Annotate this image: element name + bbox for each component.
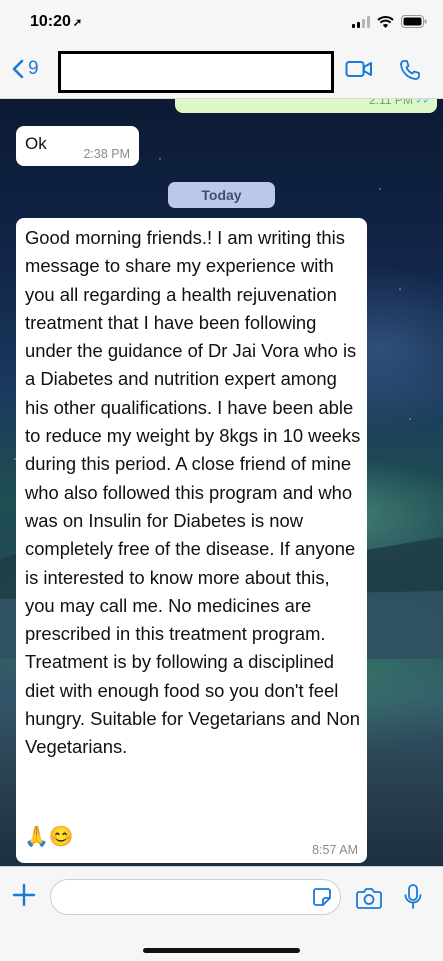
outgoing-message-partial[interactable]: 2:11 PM ✓✓: [175, 99, 437, 113]
contact-name-redacted[interactable]: [58, 51, 334, 93]
outgoing-meta: 2:11 PM ✓✓: [369, 99, 432, 107]
message-time: 8:57 AM: [312, 843, 358, 857]
location-arrow-icon: ➚: [72, 17, 83, 29]
battery-icon: [401, 15, 427, 28]
date-separator: Today: [168, 182, 275, 208]
status-time-text: 10:20: [30, 13, 71, 30]
unread-count: 9: [28, 58, 39, 79]
wifi-icon: [377, 15, 394, 28]
status-bar: 10:20 ➚: [0, 0, 443, 46]
message-input[interactable]: [50, 879, 341, 915]
plus-icon[interactable]: [12, 883, 36, 907]
signal-icon: [352, 15, 370, 28]
status-icons: [352, 15, 427, 28]
phone-icon[interactable]: [399, 59, 421, 81]
chat-area[interactable]: 2:11 PM ✓✓ Ok 2:38 PM Today Good morning …: [0, 99, 443, 866]
microphone-icon[interactable]: [404, 884, 422, 910]
camera-icon[interactable]: [356, 887, 382, 909]
compose-bar: [0, 866, 443, 961]
outgoing-time: 2:11 PM: [369, 99, 413, 107]
message-text: Ok: [25, 134, 47, 153]
back-chevron-icon: [12, 59, 24, 79]
message-time: 2:38 PM: [83, 147, 130, 161]
incoming-message-ok[interactable]: Ok 2:38 PM: [16, 126, 139, 166]
home-indicator: [143, 948, 300, 953]
chat-header: 9: [0, 46, 443, 99]
message-emoji: 🙏😊: [24, 826, 74, 848]
incoming-message-long[interactable]: Good morning friends.! I am writing this…: [16, 218, 367, 863]
back-button[interactable]: 9: [12, 58, 39, 80]
sticker-icon[interactable]: [312, 887, 332, 907]
read-receipt-icon: ✓✓: [414, 99, 432, 107]
message-text: Good morning friends.! I am writing this…: [25, 227, 361, 758]
header-actions: [345, 59, 421, 81]
status-time: 10:20 ➚: [30, 13, 82, 31]
video-call-icon[interactable]: [345, 59, 373, 79]
